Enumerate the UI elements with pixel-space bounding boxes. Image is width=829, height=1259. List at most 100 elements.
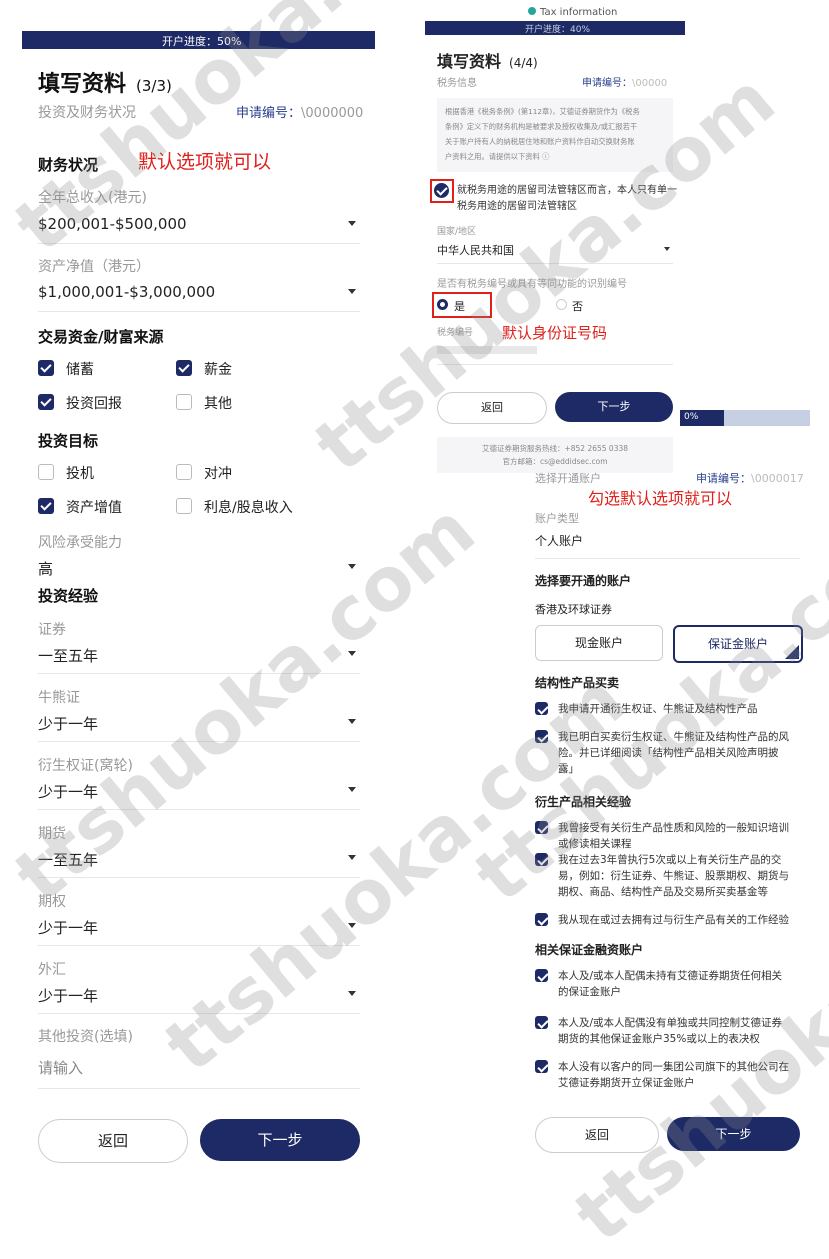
income-label: 全年总收入(港元) (38, 190, 147, 206)
chevron-down-icon (348, 991, 356, 996)
deriv-experience-text: 我曾接受有关衍生产品性质和风险的一般知识培训 (558, 822, 789, 834)
margin-declaration-text: 本人及/或本人配偶未持有艾德证券期货任何相关 (558, 970, 783, 982)
struct-product-text: 我申请开通衍生权证、牛熊证及结构性产品 (558, 703, 758, 715)
experience-label: 外汇 (38, 962, 66, 978)
struct-product-checkbox[interactable] (535, 702, 548, 715)
tin-label: 税务编号 (437, 328, 474, 338)
struct-heading: 结构性产品买卖 (535, 676, 620, 690)
acct-back-button[interactable]: 返回 (535, 1117, 659, 1153)
experience-label: 期货 (38, 826, 66, 842)
tax-step: (4/4) (509, 56, 538, 70)
chevron-down-icon (348, 651, 356, 656)
yes-label: 是 (454, 300, 465, 313)
left-subtitle: 投资及财务状况 (38, 105, 136, 121)
risk-select[interactable]: 高 (38, 558, 53, 579)
market-label: 香港及环球证券 (535, 603, 612, 616)
left-progress-text: 开户进度：50% (162, 35, 242, 48)
tax-progress-bar: 开户进度：40% (425, 21, 685, 35)
left-next-button[interactable]: 下一步 (200, 1119, 360, 1161)
country-label: 国家/地区 (437, 227, 477, 237)
deriv-experience-checkbox[interactable] (535, 913, 548, 926)
single-tax-text: 就税务用途的居留司法管辖区而言，本人只有单一 税务用途的居留司法管辖区 (457, 185, 677, 212)
income-select[interactable]: $200,001-$500,000 (38, 215, 187, 233)
tax-footer: 艾德证券期货服务热线：+852 2655 0338 官方邮箱：cs@eddids… (437, 437, 673, 473)
acct-annotation: 勾选默认选项就可以 (588, 489, 733, 508)
margin-account-button[interactable]: 保证金账户 (673, 625, 803, 663)
margin-declaration-checkbox[interactable] (535, 1060, 548, 1073)
acct-choose-label: 选择开通账户 (535, 472, 601, 485)
chevron-down-icon (348, 289, 356, 294)
hotline-text: 艾德证券期货服务热线：+852 2655 0338 (481, 444, 629, 453)
experience-label: 衍生权证(窝轮) (38, 758, 133, 774)
deriv-experience-text: 或修读相关课程 (558, 838, 632, 850)
struct-product-text: 我已明白买卖衍生权证、牛熊证及结构性产品的风 (558, 731, 789, 743)
fin-status-heading: 财务状况 (38, 156, 99, 174)
assets-label: 资产净值（港元） (38, 259, 150, 275)
experience-select[interactable]: 一至五年 (38, 645, 98, 666)
deriv-experience-checkbox[interactable] (535, 821, 548, 834)
invest-goal-checkbox[interactable] (176, 464, 192, 480)
fund-source-checkbox[interactable] (176, 360, 192, 376)
fund-source-label: 薪金 (204, 362, 232, 378)
experience-label: 牛熊证 (38, 690, 80, 706)
invest-goal-checkbox[interactable] (176, 498, 192, 514)
exp-heading: 投资经验 (38, 587, 99, 605)
tin-value-redacted (437, 346, 537, 354)
margin-heading: 相关保证金融资账户 (535, 943, 644, 957)
tax-header: Tax information (528, 7, 617, 18)
invest-goal-checkbox[interactable] (38, 498, 54, 514)
fund-source-checkbox[interactable] (38, 394, 54, 410)
experience-select[interactable]: 少于一年 (38, 713, 98, 734)
left-step: (3/3) (136, 77, 172, 95)
experience-select[interactable]: 少于一年 (38, 985, 98, 1006)
tax-notice-line: 户资料之用。请提供以下资料 ⓘ (445, 152, 550, 161)
acct-progress-bar: 0% (680, 410, 810, 426)
chevron-down-icon (348, 923, 356, 928)
chevron-down-icon (348, 564, 356, 569)
tax-notice-line: 关于账户持有人的纳税居住地和账户资料作自动交换财务账 (445, 137, 635, 146)
acct-next-button[interactable]: 下一步 (667, 1117, 800, 1151)
deriv-heading: 衍生产品相关经验 (535, 795, 632, 809)
left-progress-bar: 开户进度：50% (22, 31, 375, 49)
acct-type-label: 账户类型 (535, 512, 579, 525)
margin-declaration-text: 的保证金账户 (558, 986, 621, 998)
invest-goal-label: 资产增值 (66, 500, 122, 516)
margin-declaration-checkbox[interactable] (535, 969, 548, 982)
assets-select[interactable]: $1,000,001-$3,000,000 (38, 283, 215, 301)
invest-goal-checkbox[interactable] (38, 464, 54, 480)
margin-selected-check-icon (785, 645, 799, 659)
single-tax-checkbox[interactable] (434, 183, 449, 198)
left-back-button[interactable]: 返回 (38, 1119, 188, 1163)
struct-product-text: 险。并已详细阅读「结构性产品相关风险声明披 (558, 747, 779, 759)
chevron-down-icon (348, 855, 356, 860)
tax-progress-text: 开户进度：40% (525, 25, 591, 35)
deriv-experience-checkbox[interactable] (535, 853, 548, 866)
tax-next-button[interactable]: 下一步 (555, 392, 673, 422)
struct-product-checkbox[interactable] (535, 730, 548, 743)
funds-heading: 交易资金/财富来源 (38, 328, 164, 346)
no-radio[interactable] (556, 299, 567, 310)
left-annotation: 默认选项就可以 (138, 151, 272, 173)
experience-select[interactable]: 少于一年 (38, 917, 98, 938)
margin-declaration-checkbox[interactable] (535, 1016, 548, 1029)
experience-select[interactable]: 少于一年 (38, 781, 98, 802)
tax-back-button[interactable]: 返回 (437, 392, 547, 424)
margin-declaration-text: 期货的其他保证金账户35%或以上的表决权 (558, 1033, 760, 1045)
fund-source-label: 储蓄 (66, 362, 94, 378)
country-select[interactable]: 中华人民共和国 (437, 242, 514, 258)
divider (38, 945, 360, 946)
deriv-experience-text: 我从现在或过去拥有过与衍生产品有关的工作经验 (558, 914, 789, 926)
divider (38, 741, 360, 742)
yes-radio[interactable] (437, 299, 448, 310)
acct-type-value: 个人账户 (535, 534, 584, 548)
fund-source-checkbox[interactable] (176, 394, 192, 410)
left-app-number: 申请编号：\0000000 (236, 106, 364, 121)
other-invest-input[interactable]: 请输入 (38, 1057, 83, 1078)
cash-account-button[interactable]: 现金账户 (535, 625, 663, 661)
fund-source-checkbox[interactable] (38, 360, 54, 376)
acct-app-number: 申请编号：\0000017 (696, 472, 804, 485)
acct-progress-text: 0% (684, 412, 699, 422)
experience-select[interactable]: 一至五年 (38, 849, 98, 870)
experience-label: 证券 (38, 622, 66, 638)
margin-declaration-text: 艾德证券期货开立保证金账户 (558, 1077, 695, 1089)
